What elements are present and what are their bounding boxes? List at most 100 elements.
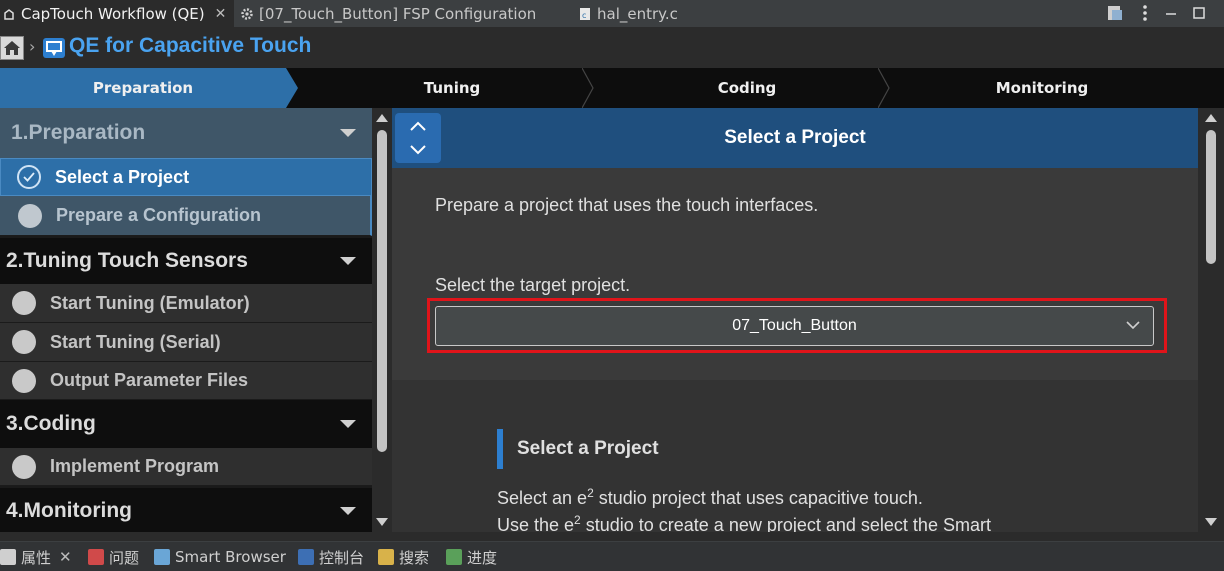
section-title: 3.Coding — [6, 412, 96, 435]
step-divider — [286, 68, 298, 108]
step-label: Tuning — [423, 79, 481, 97]
target-project-select[interactable]: 07_Touch_Button — [435, 306, 1154, 346]
section-coding[interactable]: 3.Coding — [0, 400, 372, 448]
step-label: Coding — [717, 79, 777, 97]
sidebar-item-label: Implement Program — [50, 456, 220, 476]
tab-progress[interactable]: 进度 — [446, 542, 497, 571]
sidebar-item-output-parameters[interactable]: Output Parameter Files — [0, 362, 372, 400]
close-icon[interactable]: ✕ — [59, 548, 72, 566]
chevron-down-icon — [340, 257, 356, 265]
tab-label: 搜索 — [399, 548, 430, 567]
scroll-down-icon[interactable] — [1205, 518, 1217, 526]
description-line-2: Use the e2 studio to create a new projec… — [497, 513, 991, 532]
captouch-icon — [4, 9, 14, 20]
status-circle-icon — [12, 291, 36, 315]
description-text: Select an e — [497, 488, 588, 508]
home-icon[interactable] — [0, 36, 24, 60]
sidebar-item-prepare-configuration[interactable]: Prepare a Configuration — [0, 196, 372, 236]
sidebar-item-tuning-serial[interactable]: Start Tuning (Serial) — [0, 323, 372, 362]
scroll-up-icon[interactable] — [1205, 114, 1217, 122]
chevron-down-icon — [340, 507, 356, 515]
step-monitoring[interactable]: Monitoring — [892, 68, 1192, 108]
sidebar-item-label: Select a Project — [55, 166, 190, 187]
main-content: Select a Project Prepare a project that … — [392, 108, 1198, 532]
tab-label: CapTouch Workflow (QE) — [21, 5, 205, 23]
section-title: 4.Monitoring — [6, 499, 132, 522]
page-title: QE for Capacitive Touch — [69, 34, 312, 57]
chevron-down-icon — [340, 129, 356, 137]
tab-captouch-workflow[interactable]: CapTouch Workflow (QE) ✕ — [0, 0, 234, 28]
description-text: studio project that uses capacitive touc… — [593, 488, 923, 508]
quick-access-icon[interactable] — [1104, 2, 1126, 24]
status-circle-icon — [12, 368, 36, 393]
sidebar-item-label: Start Tuning (Emulator) — [50, 292, 250, 313]
step-label: Monitoring — [995, 79, 1089, 97]
tab-label: 问题 — [109, 548, 140, 567]
sidebar-item-label: Prepare a Configuration — [56, 205, 262, 225]
scroll-up-icon[interactable] — [376, 114, 388, 122]
chevron-right-icon: › — [29, 37, 36, 56]
subsection-title: Select a Project — [517, 438, 659, 459]
description-text: studio to create a new project and selec… — [580, 515, 991, 532]
tab-properties[interactable]: 属性 ✕ — [0, 542, 72, 571]
superscript: 2 — [587, 486, 594, 500]
description-text: Use the e — [497, 515, 575, 532]
chevron-down-icon[interactable] — [408, 143, 428, 157]
section-monitoring[interactable]: 4.Monitoring — [0, 488, 372, 532]
content-scrollbar[interactable] — [1198, 108, 1224, 532]
view-menu-icon[interactable] — [1134, 2, 1156, 24]
smart-browser-icon — [154, 549, 170, 565]
section-title: 2.Tuning Touch Sensors — [6, 249, 248, 272]
tab-label: hal_entry.c — [597, 5, 678, 23]
check-circle-icon — [17, 165, 41, 189]
progress-icon — [446, 549, 462, 565]
tab-smart-browser[interactable]: Smart Browser — [154, 542, 286, 571]
tab-label: 属性 — [21, 548, 52, 567]
workflow-step-bar: Preparation Tuning Coding Monitoring — [0, 68, 1224, 108]
tab-label: 进度 — [467, 548, 498, 567]
section-tuning[interactable]: 2.Tuning Touch Sensors — [0, 238, 372, 284]
status-circle-icon — [18, 203, 42, 228]
status-circle-icon — [12, 330, 36, 354]
tab-label: [07_Touch_Button] FSP Configuration — [259, 5, 537, 23]
superscript: 2 — [574, 513, 581, 527]
chevron-up-icon[interactable] — [408, 119, 428, 133]
description-line-1: Select an e2 studio project that uses ca… — [497, 486, 923, 509]
step-tuning[interactable]: Tuning — [300, 68, 604, 108]
intro-text: Prepare a project that uses the touch in… — [435, 195, 819, 215]
qe-logo-icon — [43, 38, 65, 58]
search-icon — [378, 549, 394, 565]
sidebar-scrollbar[interactable] — [372, 108, 392, 532]
bottom-view-tabs: 属性 ✕ 问题 Smart Browser 控制台 搜索 进度 — [0, 541, 1224, 571]
tab-problems[interactable]: 问题 — [88, 542, 139, 571]
tab-hal-entry[interactable]: c hal_entry.c — [578, 0, 678, 28]
tab-label: Smart Browser — [175, 548, 286, 566]
sidebar-item-tuning-emulator[interactable]: Start Tuning (Emulator) — [0, 284, 372, 323]
problems-icon — [88, 549, 104, 565]
step-preparation[interactable]: Preparation — [0, 68, 286, 108]
section-preparation[interactable]: 1.Preparation — [0, 108, 372, 158]
scroll-down-icon[interactable] — [376, 518, 388, 526]
editor-tab-bar: CapTouch Workflow (QE) ✕ [07_Touch_Butto… — [0, 0, 1224, 28]
scrollbar-thumb[interactable] — [377, 130, 387, 452]
c-file-icon: c — [580, 8, 590, 20]
step-coding[interactable]: Coding — [596, 68, 898, 108]
sidebar-item-implement-program[interactable]: Implement Program — [0, 448, 372, 486]
maximize-icon[interactable] — [1188, 2, 1210, 24]
sidebar-item-select-project[interactable]: Select a Project — [0, 158, 372, 196]
tab-search[interactable]: 搜索 — [378, 542, 429, 571]
target-label: Select the target project. — [435, 275, 631, 295]
tab-fsp-configuration[interactable]: [07_Touch_Button] FSP Configuration — [240, 0, 536, 28]
chevron-down-icon — [340, 420, 356, 428]
tab-label: 控制台 — [319, 548, 365, 567]
minimize-icon[interactable] — [1160, 2, 1182, 24]
sidebar-item-label: Output Parameter Files — [50, 370, 249, 390]
content-title: Select a Project — [724, 127, 866, 148]
chevron-down-icon — [1126, 321, 1140, 330]
breadcrumb: › QE for Capacitive Touch — [0, 28, 1224, 68]
close-icon[interactable]: ✕ — [215, 6, 227, 22]
scrollbar-thumb[interactable] — [1206, 130, 1216, 264]
tab-console[interactable]: 控制台 — [298, 542, 364, 571]
step-navigation — [395, 113, 441, 163]
step-label: Preparation — [92, 79, 194, 97]
